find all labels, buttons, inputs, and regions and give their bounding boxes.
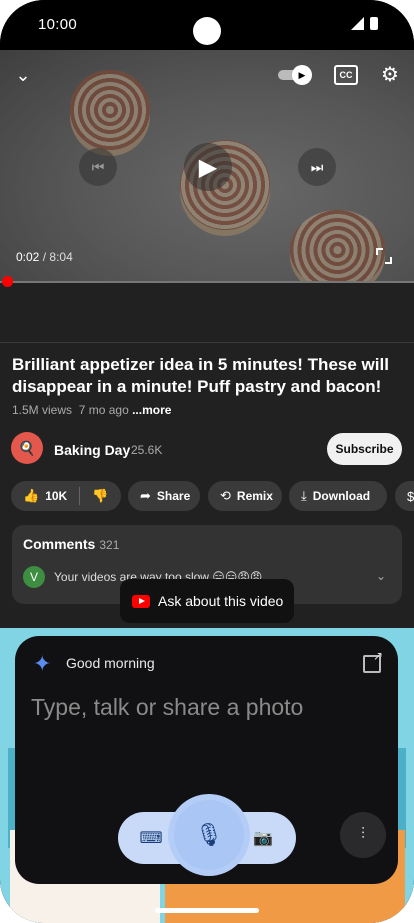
- remix-icon: ⟲: [220, 488, 231, 503]
- gemini-assistant-sheet: ✦ Good morning Type, talk or share a pho…: [15, 636, 398, 884]
- like-separator: [79, 487, 81, 505]
- fullscreen-icon[interactable]: [376, 248, 392, 264]
- camera-cutout: [193, 17, 221, 45]
- assistant-input-bar: ⌨ 🎙 📷: [118, 800, 296, 870]
- channel-avatar[interactable]: 🍳: [11, 432, 43, 464]
- status-icons: [351, 17, 378, 30]
- gear-icon[interactable]: ⚙: [378, 62, 402, 86]
- thanks-button[interactable]: $: [395, 481, 414, 511]
- progress-scrubber[interactable]: [1, 276, 13, 287]
- youtube-logo-icon: [132, 594, 150, 608]
- assistant-prompt-input[interactable]: Type, talk or share a photo: [31, 694, 303, 721]
- video-meta[interactable]: 1.5M views 7 mo ago ...more: [12, 403, 171, 417]
- like-dislike-group: 👍 10K 👎: [11, 481, 121, 511]
- video-player[interactable]: ⌄ ▶ CC ⚙ ⏮ ▶ ⏭ 0:02 / 8:04: [0, 50, 414, 282]
- phone-frame: 10:00 ⌄ ▶ CC ⚙ ⏮ ▶ ⏭ 0:02 / 8:04 Brillia…: [0, 0, 414, 923]
- video-time: 0:02 / 8:04: [16, 250, 73, 264]
- microphone-icon[interactable]: 🎙: [174, 800, 244, 870]
- download-button[interactable]: ⤓ Download: [289, 481, 387, 511]
- gemini-sparkle-icon: ✦: [33, 651, 52, 676]
- comment-avatar: V: [23, 566, 45, 588]
- channel-name[interactable]: Baking Day: [54, 442, 130, 458]
- status-bar: 10:00: [0, 0, 414, 50]
- remix-label: Remix: [236, 489, 273, 503]
- battery-icon: [370, 17, 378, 30]
- skip-previous-icon[interactable]: ⏮: [79, 148, 117, 186]
- share-button[interactable]: ➦ Share: [128, 481, 200, 511]
- download-icon: ⤓: [301, 488, 307, 503]
- remix-button[interactable]: ⟲ Remix: [208, 481, 282, 511]
- youtube-app: ⌄ ▶ CC ⚙ ⏮ ▶ ⏭ 0:02 / 8:04 Brilliant app…: [0, 50, 414, 923]
- download-label: Download: [312, 489, 371, 503]
- like-count[interactable]: 10K: [45, 489, 67, 503]
- open-external-icon[interactable]: [363, 649, 383, 673]
- play-icon[interactable]: ▶: [184, 143, 232, 191]
- share-label: Share: [156, 489, 191, 503]
- time-separator: /: [42, 250, 47, 264]
- ask-about-video-label: Ask about this video: [158, 593, 284, 609]
- progress-bar[interactable]: [0, 281, 414, 283]
- chevron-down-icon[interactable]: ⌄: [376, 569, 386, 583]
- skip-next-icon[interactable]: ⏭: [298, 148, 336, 186]
- share-icon: ➦: [140, 488, 151, 503]
- captions-icon[interactable]: CC: [334, 65, 358, 85]
- autoplay-toggle-icon[interactable]: ▶: [278, 64, 316, 86]
- comments-label: Comments: [23, 536, 96, 552]
- subscribe-button[interactable]: Subscribe: [327, 433, 402, 465]
- thanks-icon: $: [407, 488, 414, 504]
- live-audio-icon[interactable]: ⫶: [340, 812, 386, 858]
- status-time: 10:00: [38, 16, 78, 33]
- autoplay-knob: ▶: [292, 65, 312, 85]
- comments-heading: Comments 321: [23, 536, 119, 552]
- subscriber-count: 25.6K: [131, 443, 163, 457]
- video-title[interactable]: Brilliant appetizer idea in 5 minutes! T…: [12, 354, 404, 398]
- keyboard-icon[interactable]: ⌨: [139, 828, 162, 848]
- more-link[interactable]: ...more: [132, 403, 171, 417]
- duration: 8:04: [49, 250, 73, 264]
- upload-age: 7 mo ago: [78, 403, 129, 417]
- thumbs-up-icon[interactable]: 👍: [23, 488, 39, 504]
- view-count: 1.5M views: [12, 403, 73, 417]
- current-time: 0:02: [16, 250, 40, 264]
- signal-icon: [351, 17, 364, 30]
- assistant-greeting: Good morning: [66, 655, 155, 671]
- home-indicator[interactable]: [155, 908, 259, 913]
- chevron-down-icon[interactable]: ⌄: [12, 64, 34, 86]
- ask-about-video-chip[interactable]: Ask about this video: [120, 579, 294, 623]
- camera-icon[interactable]: 📷: [252, 828, 274, 848]
- comments-count: 321: [99, 538, 120, 552]
- thumbs-down-icon[interactable]: 👎: [92, 488, 108, 504]
- divider: [0, 342, 414, 343]
